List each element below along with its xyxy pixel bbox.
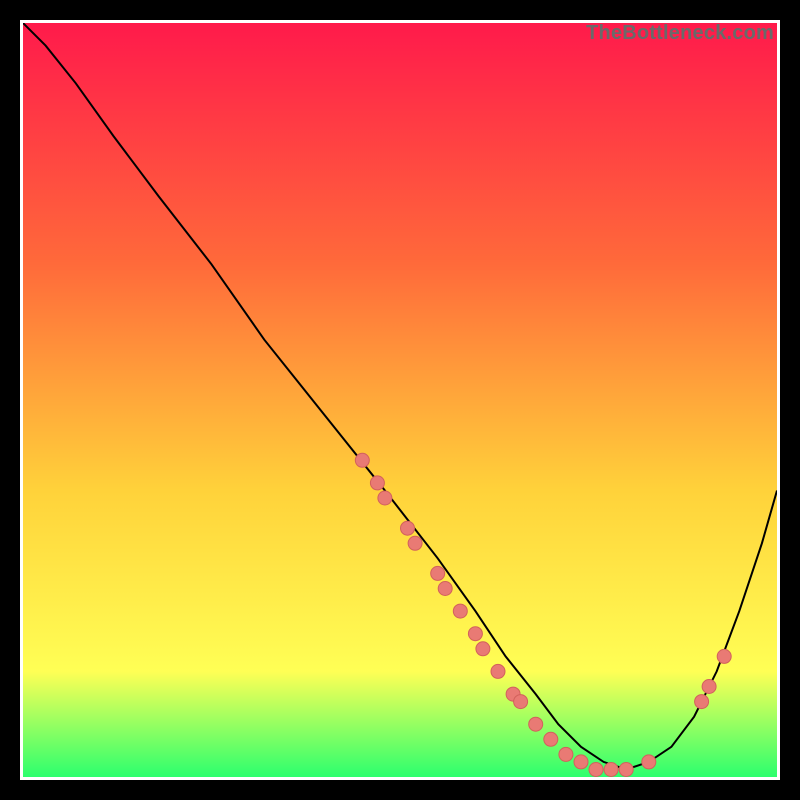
curve-marker [408, 536, 422, 550]
curve-marker [619, 763, 633, 777]
curve-marker [559, 747, 573, 761]
curve-marker [574, 755, 588, 769]
curve-marker [431, 566, 445, 580]
chart-plot [23, 23, 777, 777]
curve-marker [529, 717, 543, 731]
curve-marker [468, 627, 482, 641]
curve-marker [695, 695, 709, 709]
curve-marker [514, 695, 528, 709]
curve-marker [589, 763, 603, 777]
curve-marker [378, 491, 392, 505]
curve-marker [355, 453, 369, 467]
curve-marker [544, 732, 558, 746]
gradient-background [23, 23, 777, 777]
curve-marker [604, 763, 618, 777]
chart-svg [23, 23, 777, 777]
curve-marker [717, 649, 731, 663]
curve-marker [642, 755, 656, 769]
curve-marker [453, 604, 467, 618]
chart-frame: TheBottleneck.com [20, 20, 780, 780]
curve-marker [370, 476, 384, 490]
curve-marker [438, 582, 452, 596]
curve-marker [476, 642, 490, 656]
curve-marker [702, 680, 716, 694]
curve-marker [491, 664, 505, 678]
watermark-text: TheBottleneck.com [586, 22, 774, 45]
curve-marker [401, 521, 415, 535]
